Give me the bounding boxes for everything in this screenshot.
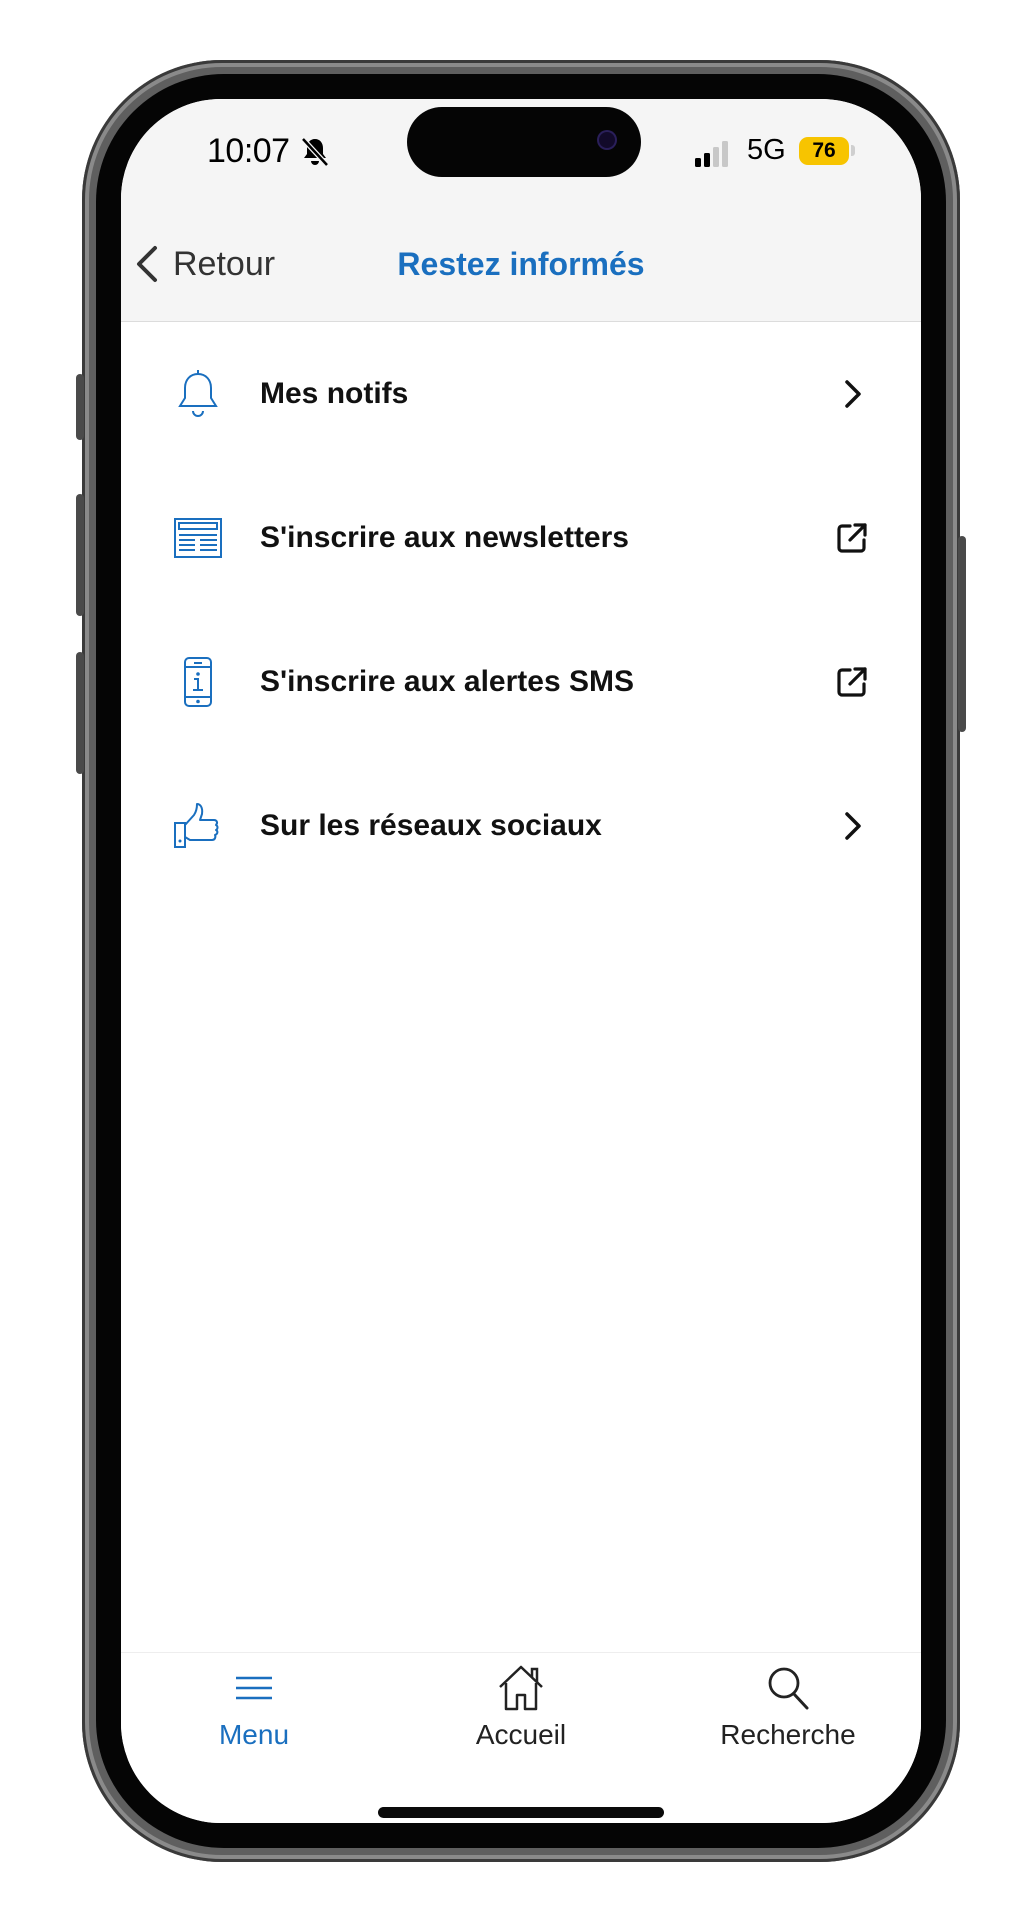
status-bar: 10:07 5G 76 xyxy=(121,99,921,204)
bell-slash-icon xyxy=(301,137,329,167)
menu-item-alertes-sms[interactable]: S'inscrire aux alertes SMS xyxy=(121,610,921,754)
phone-info-icon xyxy=(184,657,212,707)
tab-label: Recherche xyxy=(720,1719,856,1750)
menu-item-label: S'inscrire aux alertes SMS xyxy=(260,665,634,698)
tab-label: Menu xyxy=(218,1719,290,1750)
power-button xyxy=(958,536,966,732)
hamburger-menu-icon xyxy=(236,1676,272,1700)
menu-item-label: Sur les réseaux sociaux xyxy=(260,809,602,842)
volume-up-button xyxy=(76,494,84,616)
chevron-right-icon xyxy=(845,812,861,840)
battery-cap xyxy=(851,145,855,156)
app-screen: 10:07 5G 76 Retour Restez informés Mes n… xyxy=(121,99,921,1823)
bottom-tab-bar: Menu Accueil Recherche xyxy=(121,1652,921,1823)
menu-item-mes-notifs[interactable]: Mes notifs xyxy=(121,322,921,466)
status-time: 10:07 xyxy=(207,132,290,170)
external-link-icon xyxy=(837,667,867,697)
external-link-icon xyxy=(837,523,867,553)
menu-item-label: Mes notifs xyxy=(260,377,409,410)
volume-down-button xyxy=(76,652,84,774)
battery-level: 76 xyxy=(799,137,849,165)
network-type: 5G xyxy=(747,134,786,166)
thumbs-up-icon xyxy=(174,803,219,848)
bell-icon xyxy=(178,370,218,417)
tab-label: Accueil xyxy=(475,1719,567,1750)
tab-recherche[interactable]: Recherche xyxy=(655,1653,921,1763)
chevron-right-icon xyxy=(845,380,861,408)
home-icon xyxy=(499,1665,543,1711)
menu-item-label: S'inscrire aux newsletters xyxy=(260,521,629,554)
menu-item-reseaux-sociaux[interactable]: Sur les réseaux sociaux xyxy=(121,754,921,898)
action-button xyxy=(76,374,84,440)
tab-menu[interactable]: Menu xyxy=(121,1653,387,1763)
menu-list: Mes notifs S'inscrire aux newsletters S'… xyxy=(121,322,921,898)
front-camera xyxy=(599,132,615,148)
menu-item-newsletters[interactable]: S'inscrire aux newsletters xyxy=(121,466,921,610)
tab-accueil[interactable]: Accueil xyxy=(388,1653,654,1763)
newsletter-icon xyxy=(174,518,222,558)
search-icon xyxy=(768,1667,809,1710)
navigation-header: Retour Restez informés xyxy=(121,204,921,322)
home-indicator[interactable] xyxy=(378,1807,664,1818)
dynamic-island xyxy=(407,107,641,177)
cellular-signal-icon xyxy=(695,141,728,167)
page-title: Restez informés xyxy=(397,246,645,282)
